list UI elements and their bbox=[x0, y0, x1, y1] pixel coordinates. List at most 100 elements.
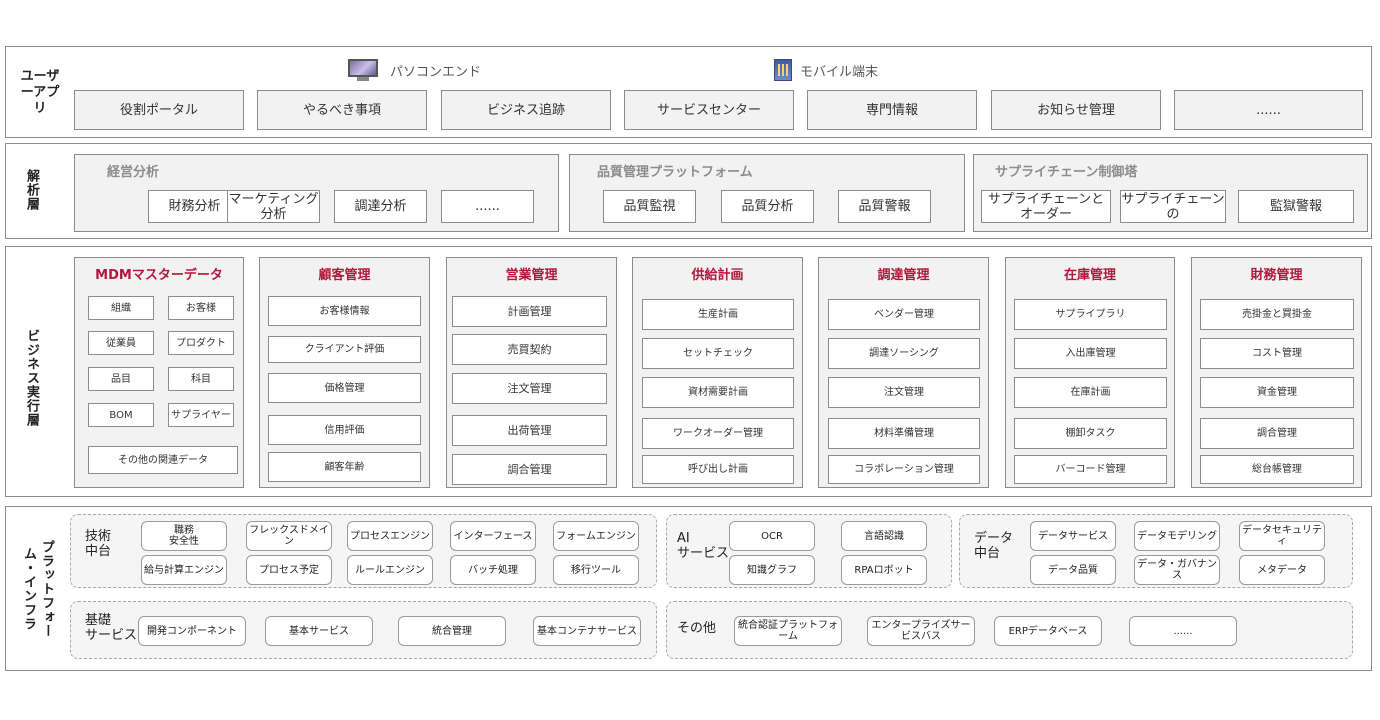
mdm-bom[interactable]: BOM bbox=[88, 403, 154, 427]
desktop-computer-icon bbox=[348, 59, 378, 81]
mdm-customer[interactable]: お客様 bbox=[168, 296, 234, 320]
panel-quality-platform: 品質管理プラットフォーム 品質監視 品質分析 品質警報 bbox=[569, 154, 965, 232]
mdm-other-data[interactable]: その他の関連データ bbox=[88, 446, 238, 474]
ai-knowledge-graph[interactable]: 知識グラフ bbox=[729, 555, 815, 585]
mdm-employee[interactable]: 従業員 bbox=[88, 331, 154, 355]
procurement-material-prep[interactable]: 材料準備管理 bbox=[828, 418, 980, 449]
supply-set-check[interactable]: セットチェック bbox=[642, 338, 794, 369]
tech-flex-domain[interactable]: フレックスドメイン bbox=[246, 521, 332, 551]
finance-cost[interactable]: コスト管理 bbox=[1200, 338, 1354, 369]
inventory-in-out[interactable]: 入出庫管理 bbox=[1014, 338, 1167, 369]
customer-price-management[interactable]: 価格管理 bbox=[268, 373, 421, 403]
supply-call-plan[interactable]: 呼び出し計画 bbox=[642, 455, 794, 484]
app-service-center[interactable]: サービスセンター bbox=[624, 90, 794, 130]
data-modeling[interactable]: データモデリング bbox=[1134, 521, 1220, 551]
customer-credit-evaluation[interactable]: 信用評価 bbox=[268, 415, 421, 445]
data-security[interactable]: データセキュリティ bbox=[1239, 521, 1325, 551]
procurement-collaboration[interactable]: コラボレーション管理 bbox=[828, 455, 980, 484]
sales-plan-management[interactable]: 計画管理 bbox=[452, 296, 607, 327]
panel-supply-chain-tower: サプライチェーン制御塔 サプライチェーンとオーダー サプライチェーンの 監獄警報 bbox=[973, 154, 1368, 232]
base-container-service[interactable]: 基本コンテナサービス bbox=[533, 616, 641, 646]
quality-monitoring[interactable]: 品質監視 bbox=[603, 190, 696, 223]
app-todo[interactable]: やるべき事項 bbox=[257, 90, 427, 130]
tech-process-schedule[interactable]: プロセス予定 bbox=[246, 555, 332, 585]
procurement-sourcing[interactable]: 調達ソーシング bbox=[828, 338, 980, 369]
panel-sales-management: 営業管理 計画管理 売買契約 注文管理 出荷管理 調合管理 bbox=[446, 257, 617, 488]
tech-payroll-engine[interactable]: 給与計算エンジン bbox=[141, 555, 227, 585]
analysis-procurement[interactable]: 調達分析 bbox=[334, 190, 427, 223]
group-ai-services: AI サービス OCR 言語認識 知識グラフ RPAロボット bbox=[666, 514, 952, 588]
tech-process-engine[interactable]: プロセスエンジン bbox=[347, 521, 433, 551]
data-platform-label: データ 中台 bbox=[974, 531, 1014, 561]
quality-analysis[interactable]: 品質分析 bbox=[721, 190, 814, 223]
tech-batch-processing[interactable]: バッチ処理 bbox=[450, 555, 536, 585]
tech-interface[interactable]: インターフェース bbox=[450, 521, 536, 551]
finance-funds[interactable]: 資金管理 bbox=[1200, 377, 1354, 408]
customer-evaluation[interactable]: クライアント評価 bbox=[268, 336, 421, 363]
data-quality[interactable]: データ品質 bbox=[1030, 555, 1116, 585]
tech-form-engine[interactable]: フォームエンジン bbox=[553, 521, 639, 551]
customer-info[interactable]: お客様情報 bbox=[268, 296, 421, 326]
supply-chain-alert[interactable]: 監獄警報 bbox=[1238, 190, 1354, 223]
app-expert-info[interactable]: 専門情報 bbox=[807, 90, 977, 130]
sales-blend-management[interactable]: 調合管理 bbox=[452, 454, 607, 485]
finance-receivables-payables[interactable]: 売掛金と買掛金 bbox=[1200, 299, 1354, 330]
app-role-portal[interactable]: 役割ポータル bbox=[74, 90, 244, 130]
inventory-supply-library[interactable]: サプライプラリ bbox=[1014, 299, 1167, 330]
procurement-order[interactable]: 注文管理 bbox=[828, 377, 980, 408]
analysis-more[interactable]: ...... bbox=[441, 190, 534, 223]
other-more[interactable]: ...... bbox=[1129, 616, 1237, 646]
base-dev-component[interactable]: 開発コンポーネント bbox=[138, 616, 246, 646]
analysis-marketing[interactable]: マーケティング分析 bbox=[227, 190, 320, 223]
base-integration-management[interactable]: 統合管理 bbox=[398, 616, 506, 646]
mdm-supplier[interactable]: サプライヤー bbox=[168, 403, 234, 427]
app-notice-management[interactable]: お知らせ管理 bbox=[991, 90, 1161, 130]
supply-material-requirements[interactable]: 資材需要計画 bbox=[642, 377, 794, 408]
business-execution-layer: ビジネス実行層 MDMマスターデータ 組織 お客様 従業員 プロダクト 品目 科… bbox=[5, 246, 1372, 497]
panel-customer-management: 顧客管理 お客様情報 クライアント評価 価格管理 信用評価 顧客年齢 bbox=[259, 257, 430, 488]
finance-blend[interactable]: 調合管理 bbox=[1200, 418, 1354, 449]
other-unified-auth[interactable]: 統合認証プラットフォーム bbox=[734, 616, 842, 646]
supply-work-order[interactable]: ワークオーダー管理 bbox=[642, 418, 794, 449]
supply-chain-of[interactable]: サプライチェーンの bbox=[1120, 190, 1226, 223]
base-basic-service[interactable]: 基本サービス bbox=[265, 616, 373, 646]
tech-rule-engine[interactable]: ルールエンジン bbox=[347, 555, 433, 585]
other-erp-database[interactable]: ERPデータベース bbox=[994, 616, 1102, 646]
app-business-tracking[interactable]: ビジネス追跡 bbox=[441, 90, 611, 130]
ai-rpa-robot[interactable]: RPAロボット bbox=[841, 555, 927, 585]
inventory-plan[interactable]: 在庫計画 bbox=[1014, 377, 1167, 408]
mdm-item[interactable]: 品目 bbox=[88, 367, 154, 391]
data-governance[interactable]: データ・ガバナンス bbox=[1134, 555, 1220, 585]
data-metadata[interactable]: メタデータ bbox=[1239, 555, 1325, 585]
inventory-management-title: 在庫管理 bbox=[1063, 268, 1116, 283]
data-service[interactable]: データサービス bbox=[1030, 521, 1116, 551]
ai-ocr[interactable]: OCR bbox=[729, 521, 815, 551]
tech-security[interactable]: 職務 安全性 bbox=[141, 521, 227, 551]
mdm-organization[interactable]: 組織 bbox=[88, 296, 154, 320]
supply-production-plan[interactable]: 生産計画 bbox=[642, 299, 794, 330]
inventory-stocktake[interactable]: 棚卸タスク bbox=[1014, 418, 1167, 449]
group-base-services: 基礎 サービス 開発コンポーネント 基本サービス 統合管理 基本コンテナサービス bbox=[70, 601, 657, 659]
device-desktop-label: パソコンエンド bbox=[390, 64, 482, 80]
sales-contract[interactable]: 売買契約 bbox=[452, 334, 607, 365]
customer-age[interactable]: 顧客年齢 bbox=[268, 452, 421, 482]
sales-order-management[interactable]: 注文管理 bbox=[452, 373, 607, 404]
base-services-label: 基礎 サービス bbox=[85, 613, 138, 643]
app-more[interactable]: ...... bbox=[1174, 90, 1363, 130]
finance-general-ledger[interactable]: 総台帳管理 bbox=[1200, 455, 1354, 484]
panel-finance-management: 財務管理 売掛金と買掛金 コスト管理 資金管理 調合管理 総台帳管理 bbox=[1191, 257, 1362, 488]
inventory-barcode[interactable]: バーコード管理 bbox=[1014, 455, 1167, 484]
supply-chain-order[interactable]: サプライチェーンとオーダー bbox=[981, 190, 1111, 223]
analysis-layer: 解析層 経営分析 財務分析 マーケティング分析 調達分析 ...... 品質管理… bbox=[5, 143, 1372, 239]
quality-alert[interactable]: 品質警報 bbox=[838, 190, 931, 223]
mdm-account[interactable]: 科目 bbox=[168, 367, 234, 391]
device-desktop: パソコンエンド bbox=[348, 59, 481, 81]
ai-language-recognition[interactable]: 言語認識 bbox=[841, 521, 927, 551]
panel-mdm: MDMマスターデータ 組織 お客様 従業員 プロダクト 品目 科目 BOM サプ… bbox=[74, 257, 244, 488]
other-enterprise-service-bus[interactable]: エンタープライズサービスバス bbox=[867, 616, 975, 646]
tech-migration-tool[interactable]: 移行ツール bbox=[553, 555, 639, 585]
sales-shipping-management[interactable]: 出荷管理 bbox=[452, 415, 607, 446]
procurement-vendor[interactable]: ベンダー管理 bbox=[828, 299, 980, 330]
layer-label-platform: プラットフォーム・インフラ bbox=[21, 540, 54, 638]
mdm-product[interactable]: プロダクト bbox=[168, 331, 234, 355]
